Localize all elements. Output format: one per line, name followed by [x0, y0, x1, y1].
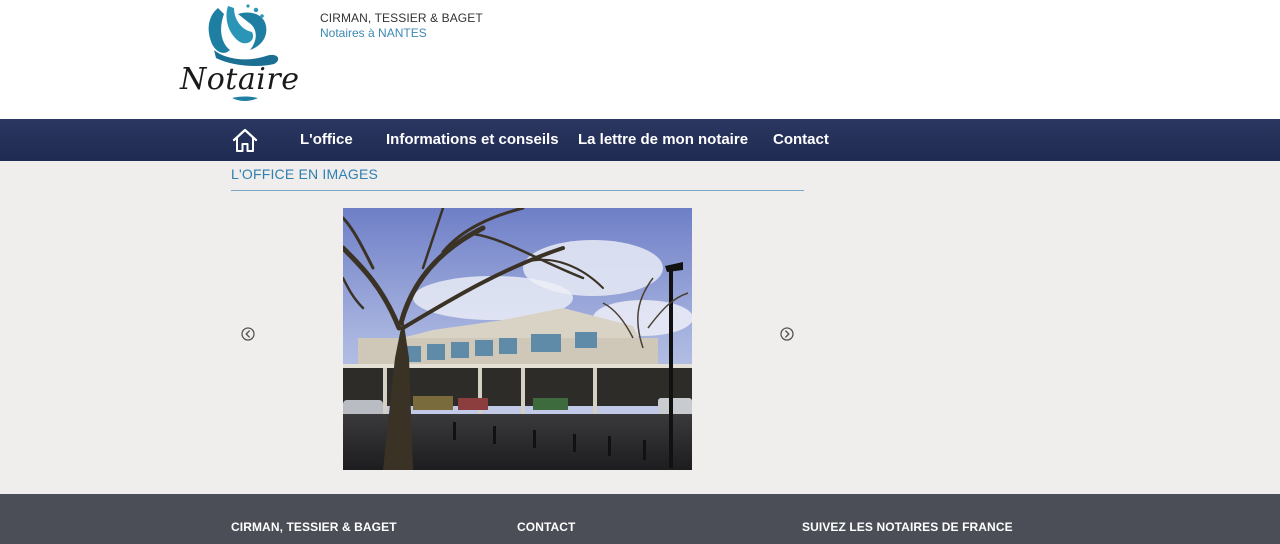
gallery-prev-button[interactable]	[241, 327, 255, 341]
home-icon	[232, 128, 258, 152]
market-hall-photo	[343, 208, 692, 470]
footer-title-follow: SUIVEZ LES NOTAIRES DE FRANCE	[802, 520, 1013, 534]
nav-item-informations[interactable]: Informations et conseils	[386, 119, 559, 161]
logo-text: Notaire	[180, 62, 300, 97]
nav-home-button[interactable]	[231, 127, 259, 153]
footer-title-contact: CONTACT	[517, 520, 576, 534]
office-name: CIRMAN, TESSIER & BAGET	[320, 11, 483, 25]
chevron-right-circle-icon	[780, 327, 794, 341]
nav-item-contact[interactable]: Contact	[773, 119, 829, 161]
gallery-next-button[interactable]	[780, 327, 794, 341]
gallery-photo[interactable]	[343, 208, 692, 470]
site-header: Notaire CIRMAN, TESSIER & BAGET Notaires…	[0, 0, 1280, 119]
main-navigation: L'office Informations et conseils La let…	[0, 119, 1280, 161]
footer-title-office: CIRMAN, TESSIER & BAGET	[231, 520, 397, 534]
office-subtitle: Notaires à NANTES	[320, 26, 427, 40]
chevron-left-circle-icon	[241, 327, 255, 341]
nav-item-office[interactable]: L'office	[300, 119, 353, 161]
gallery-title: L'OFFICE EN IMAGES	[231, 166, 379, 182]
title-divider	[231, 190, 804, 191]
site-footer: CIRMAN, TESSIER & BAGET CONTACT SUIVEZ L…	[0, 494, 1280, 544]
nav-item-lettre[interactable]: La lettre de mon notaire	[578, 119, 748, 161]
